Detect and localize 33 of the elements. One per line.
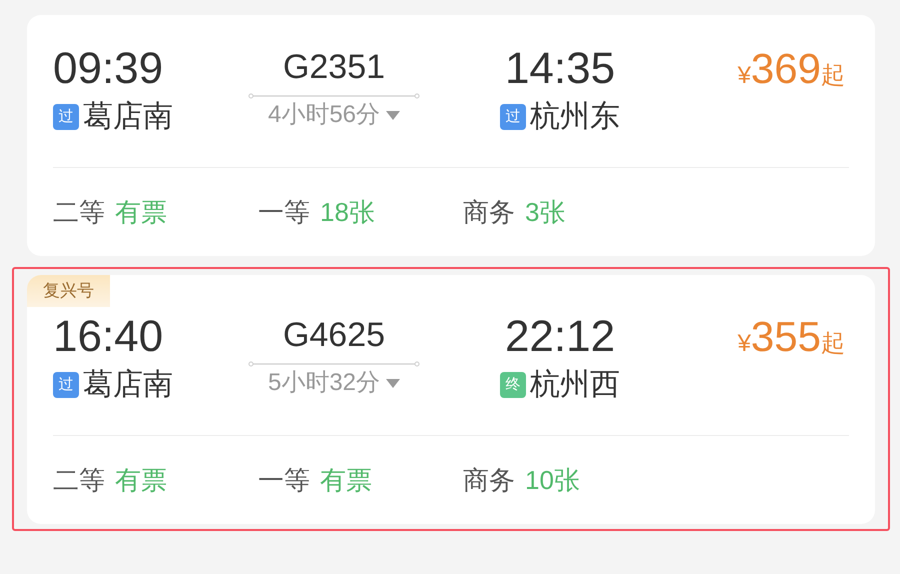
arrive-time: 14:35 xyxy=(504,43,616,95)
train-tag: 复兴号 xyxy=(27,275,110,307)
caret-down-icon xyxy=(386,378,400,388)
seat-availability: 有票 xyxy=(320,464,372,496)
depart-time: 09:39 xyxy=(53,43,164,95)
seat-class: 一等 xyxy=(258,196,310,228)
seat-availability: 10张 xyxy=(525,464,580,496)
caret-down-icon xyxy=(386,110,400,120)
seat-availability: 有票 xyxy=(115,464,167,496)
station-name: 葛店南 xyxy=(83,99,173,135)
station-badge: 过 xyxy=(500,104,526,130)
station-badge: 过 xyxy=(53,104,79,130)
seat-class: 二等 xyxy=(53,464,105,496)
station-name: 杭州西 xyxy=(530,367,620,403)
depart-time: 16:40 xyxy=(53,311,164,363)
arrive-time: 22:12 xyxy=(504,311,616,363)
price: ¥355起 xyxy=(738,312,845,362)
train-number: G2351 xyxy=(282,47,386,88)
station-name: 葛店南 xyxy=(83,367,173,403)
train-card[interactable]: 09:39 过 葛店南 G2351 4小时56分 14:35 过 杭州东 ¥369起 二等 有票 一等 18张 商务 3张 xyxy=(27,15,875,256)
seat-class: 商务 xyxy=(463,464,515,496)
seat-class: 商务 xyxy=(463,196,515,228)
seat-availability: 18张 xyxy=(320,196,375,228)
seat-availability: 有票 xyxy=(115,196,167,228)
station-badge: 终 xyxy=(500,372,526,398)
train-number: G4625 xyxy=(282,315,386,356)
train-card[interactable]: 复兴号 16:40 过 葛店南 G4625 5小时32分 22:12 终 杭州西 ¥355起 二等 有票 一等 有票 商务 10张 xyxy=(27,275,875,524)
seat-availability: 3张 xyxy=(525,196,566,228)
seat-class: 二等 xyxy=(53,196,105,228)
station-name: 杭州东 xyxy=(530,99,620,135)
price: ¥369起 xyxy=(738,44,845,94)
seat-class: 一等 xyxy=(258,464,310,496)
station-badge: 过 xyxy=(53,372,79,398)
